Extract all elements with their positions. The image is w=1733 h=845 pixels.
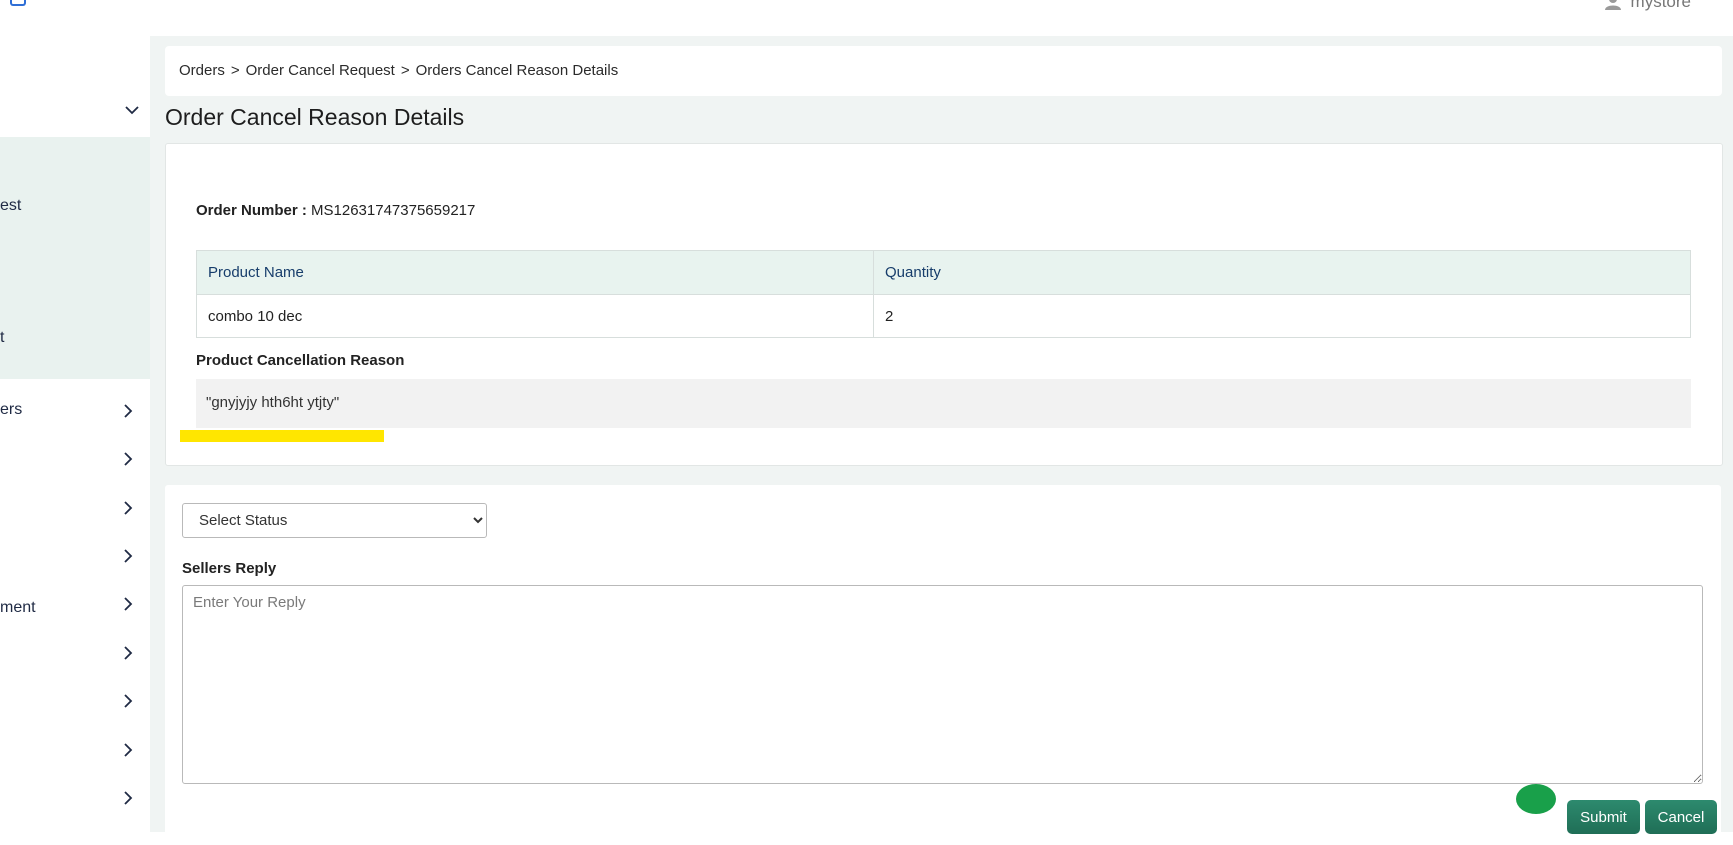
sellers-reply-label: Sellers Reply: [182, 560, 277, 577]
sidebar-item[interactable]: [0, 635, 150, 675]
breadcrumb-separator: >: [400, 62, 410, 79]
page-title: Order Cancel Reason Details: [165, 104, 465, 130]
cancellation-reason-text: "gnyjyjy hth6ht ytjty": [206, 394, 340, 411]
top-header: mystore: [0, 0, 1733, 36]
sidebar-item[interactable]: [0, 490, 150, 530]
chevron-right-icon: [120, 693, 136, 709]
user-menu[interactable]: mystore: [1604, 0, 1691, 12]
order-number-label: Order Number :: [196, 202, 307, 219]
breadcrumb-bar: Orders > Order Cancel Request > Orders Cance…: [165, 46, 1722, 96]
sidebar-item[interactable]: [0, 538, 150, 578]
breadcrumb-current: Orders Cancel Reason Details: [415, 62, 619, 79]
breadcrumb-separator: >: [230, 62, 240, 79]
table-header-row: Product Name Quantity: [196, 250, 1691, 295]
sidebar-submenu: est t: [0, 137, 150, 379]
chevron-right-icon: [120, 403, 136, 419]
sidebar-item[interactable]: ers: [0, 393, 150, 433]
chevron-right-icon: [120, 596, 136, 612]
sidebar-item[interactable]: [0, 780, 150, 820]
order-number: Order Number : MS1263174737565921​7: [196, 202, 475, 219]
breadcrumb-cancel-request[interactable]: Order Cancel Request: [246, 62, 395, 79]
sidebar-item[interactable]: [0, 441, 150, 481]
chevron-right-icon: [120, 742, 136, 758]
highlight-mark: [180, 430, 384, 442]
table-row: combo 10 dec 2: [196, 294, 1691, 338]
submenu-item[interactable]: t: [0, 329, 4, 347]
order-number-value: MS1263174737565921​7: [311, 202, 476, 219]
sidebar-item[interactable]: [0, 683, 150, 723]
cancellation-reason-box: "gnyjyjy hth6ht ytjty": [196, 379, 1691, 428]
user-icon: [1604, 0, 1621, 10]
chevron-right-icon: [120, 500, 136, 516]
cell-quantity: 2: [873, 294, 1691, 338]
cancel-button[interactable]: Cancel: [1645, 800, 1717, 834]
sidebar-item[interactable]: [0, 732, 150, 772]
submit-button[interactable]: Submit: [1567, 800, 1640, 834]
breadcrumb-orders[interactable]: Orders: [179, 62, 225, 79]
status-select[interactable]: Select Status: [182, 503, 487, 538]
chevron-right-icon: [120, 790, 136, 806]
column-header-product-name: Product Name: [196, 250, 874, 295]
sidebar-item-label: ment: [0, 599, 36, 616]
sidebar: est t ers ment: [0, 36, 150, 832]
column-header-quantity: Quantity: [873, 250, 1691, 295]
product-table: Product Name Quantity combo 10 dec 2: [196, 250, 1691, 338]
chevron-down-icon: [124, 102, 140, 118]
breadcrumb: Orders > Order Cancel Request > Orders Cance…: [179, 62, 618, 79]
chevron-right-icon: [120, 548, 136, 564]
user-name: mystore: [1630, 0, 1691, 11]
sidebar-item-management[interactable]: ment: [0, 586, 150, 626]
order-details-card: Order Number : MS1263174737565921​7 Prod…: [165, 143, 1723, 466]
app-icon[interactable]: [10, 0, 26, 6]
sellers-reply-input[interactable]: [182, 585, 1703, 784]
main-content: Orders > Order Cancel Request > Orders Cance…: [150, 36, 1733, 845]
cancellation-reason-label: Product Cancellation Reason: [196, 352, 405, 369]
sidebar-item-orders[interactable]: [0, 92, 150, 132]
cell-product-name: combo 10 dec: [196, 294, 874, 338]
reply-form-card: Select Status Sellers Reply Submit Cance…: [165, 485, 1721, 845]
chevron-right-icon: [120, 645, 136, 661]
submenu-item-cancel-request[interactable]: est: [0, 197, 21, 215]
sidebar-item-label: ers: [0, 401, 23, 418]
chat-widget-icon[interactable]: [1516, 784, 1556, 814]
chevron-right-icon: [120, 451, 136, 467]
